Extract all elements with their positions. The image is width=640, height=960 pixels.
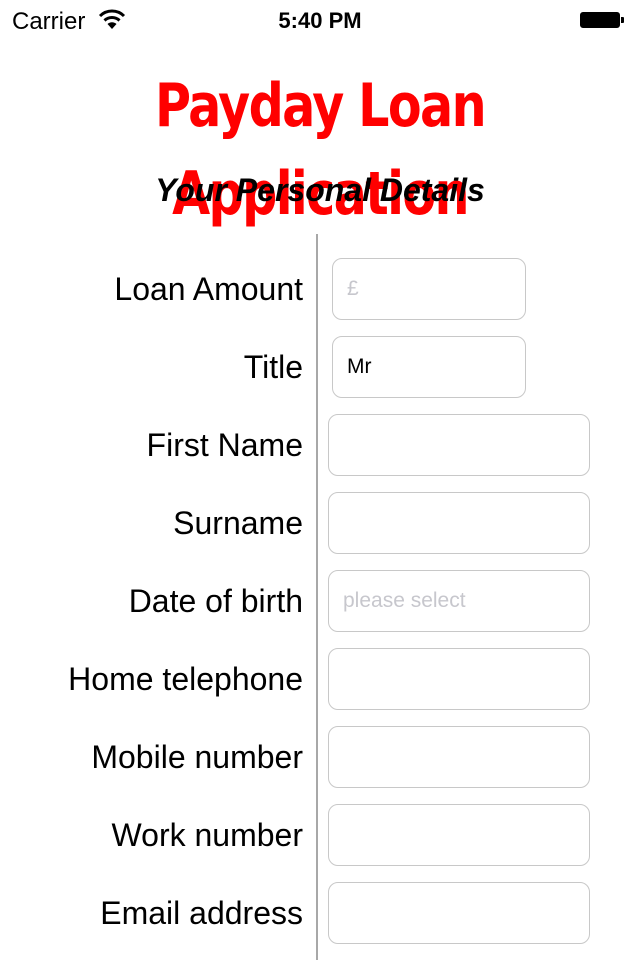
- form-row-loan-amount: Loan Amount: [0, 258, 640, 320]
- first-name-label: First Name: [146, 427, 303, 463]
- email-address-input[interactable]: [328, 882, 590, 944]
- loan-amount-input[interactable]: [332, 258, 526, 320]
- form-row-title: Title: [0, 336, 640, 398]
- form-row-email-address: Email address: [0, 882, 640, 944]
- first-name-input[interactable]: [328, 414, 590, 476]
- app-title: Payday Loan Application: [155, 71, 487, 229]
- loan-amount-label: Loan Amount: [114, 271, 303, 307]
- mobile-number-label: Mobile number: [91, 739, 303, 775]
- title-label: Title: [243, 349, 303, 385]
- form-row-surname: Surname: [0, 492, 640, 554]
- date-of-birth-picker[interactable]: [328, 570, 590, 632]
- surname-label: Surname: [173, 505, 303, 541]
- mobile-number-input[interactable]: [328, 726, 590, 788]
- form-row-home-telephone: Home telephone: [0, 648, 640, 710]
- email-address-label: Email address: [100, 895, 303, 931]
- home-telephone-label: Home telephone: [68, 661, 303, 697]
- work-number-label: Work number: [111, 817, 303, 853]
- work-number-input[interactable]: [328, 804, 590, 866]
- surname-input[interactable]: [328, 492, 590, 554]
- title-input[interactable]: [332, 336, 526, 398]
- battery-full-icon: [580, 12, 624, 28]
- status-bar: Carrier 5:40 PM: [0, 0, 640, 40]
- form-row-work-number: Work number: [0, 804, 640, 866]
- form-row-date-of-birth: Date of birth: [0, 570, 640, 632]
- home-telephone-input[interactable]: [328, 648, 590, 710]
- form-row-first-name: First Name: [0, 414, 640, 476]
- clock: 5:40 PM: [278, 8, 362, 33]
- form-row-mobile-number: Mobile number: [0, 726, 640, 788]
- date-of-birth-label: Date of birth: [128, 583, 303, 619]
- section-subtitle: Your Personal Details: [155, 172, 485, 208]
